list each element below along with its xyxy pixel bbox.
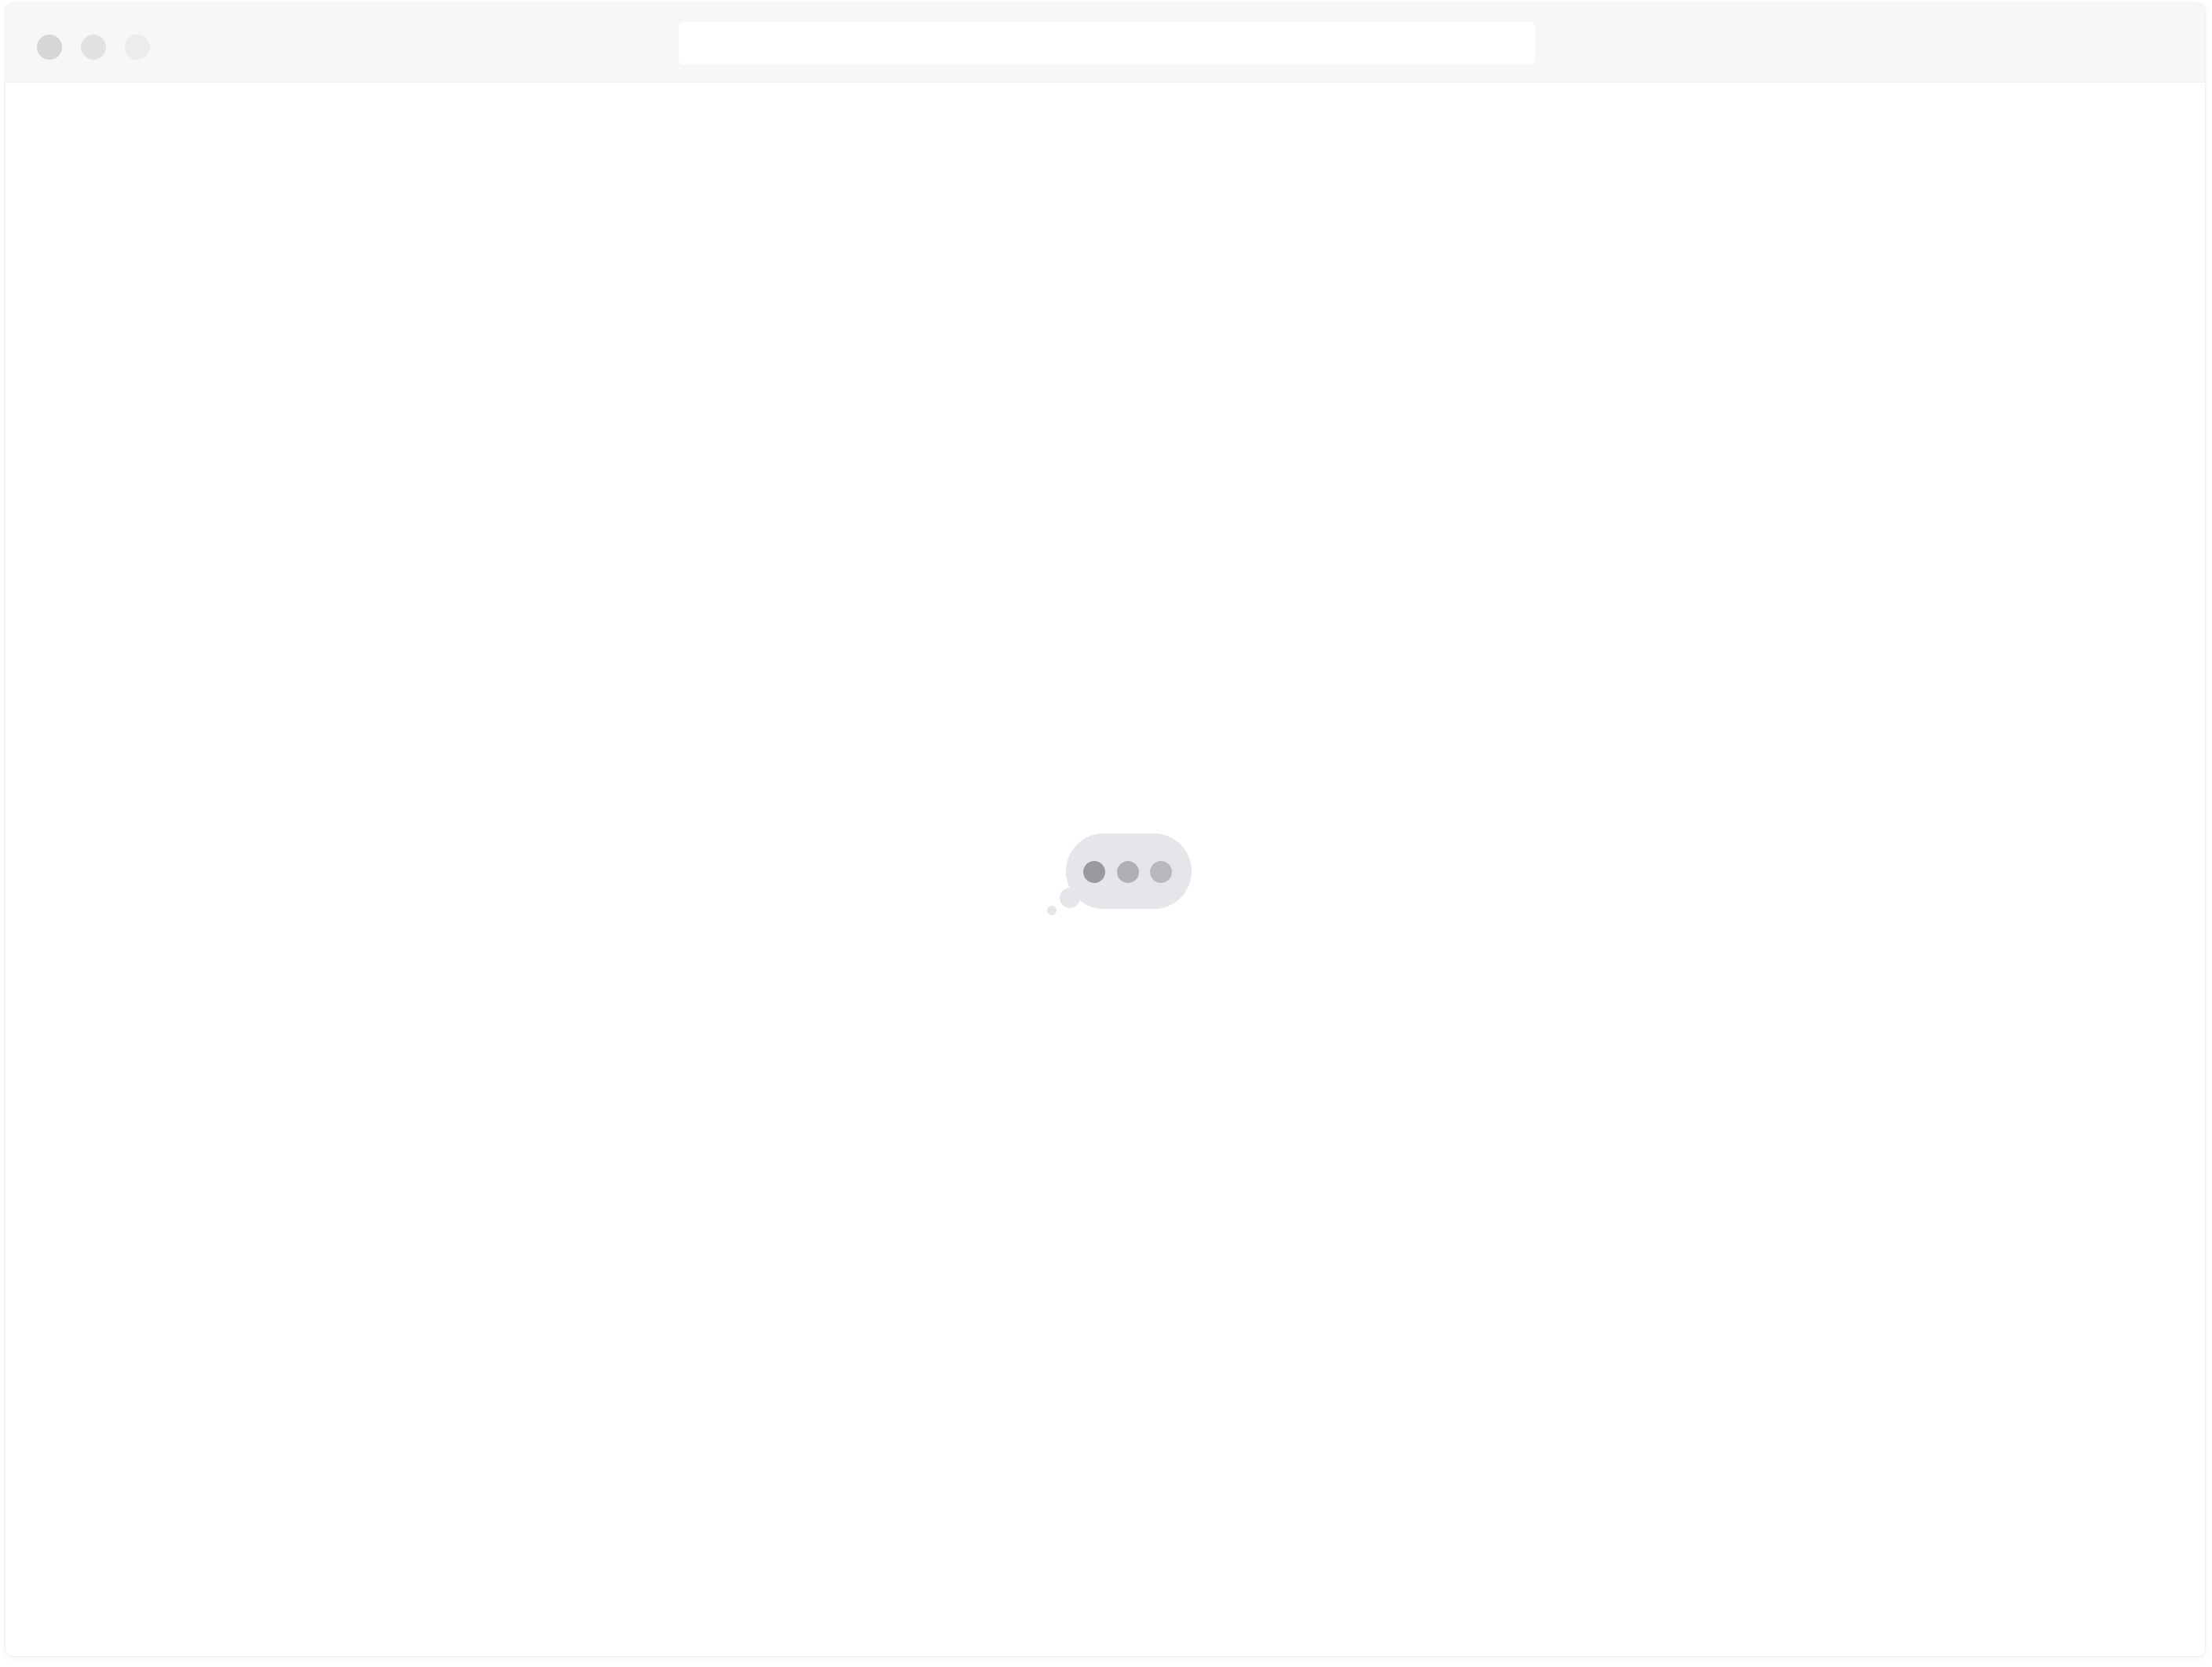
typing-dot-2 bbox=[1117, 861, 1139, 883]
maximize-window-button[interactable] bbox=[125, 35, 150, 60]
close-window-button[interactable] bbox=[37, 35, 62, 60]
address-bar-input[interactable] bbox=[679, 22, 1535, 64]
minimize-window-button[interactable] bbox=[81, 35, 106, 60]
typing-indicator bbox=[1042, 830, 1192, 925]
browser-window bbox=[5, 3, 2205, 1656]
typing-dot-1 bbox=[1083, 861, 1105, 883]
content-area bbox=[5, 82, 2205, 1656]
typing-indicator-icon bbox=[1047, 834, 1192, 915]
bubble-tail-small-dot bbox=[1047, 906, 1057, 915]
typing-dot-3 bbox=[1150, 861, 1172, 883]
titlebar bbox=[5, 3, 2205, 82]
